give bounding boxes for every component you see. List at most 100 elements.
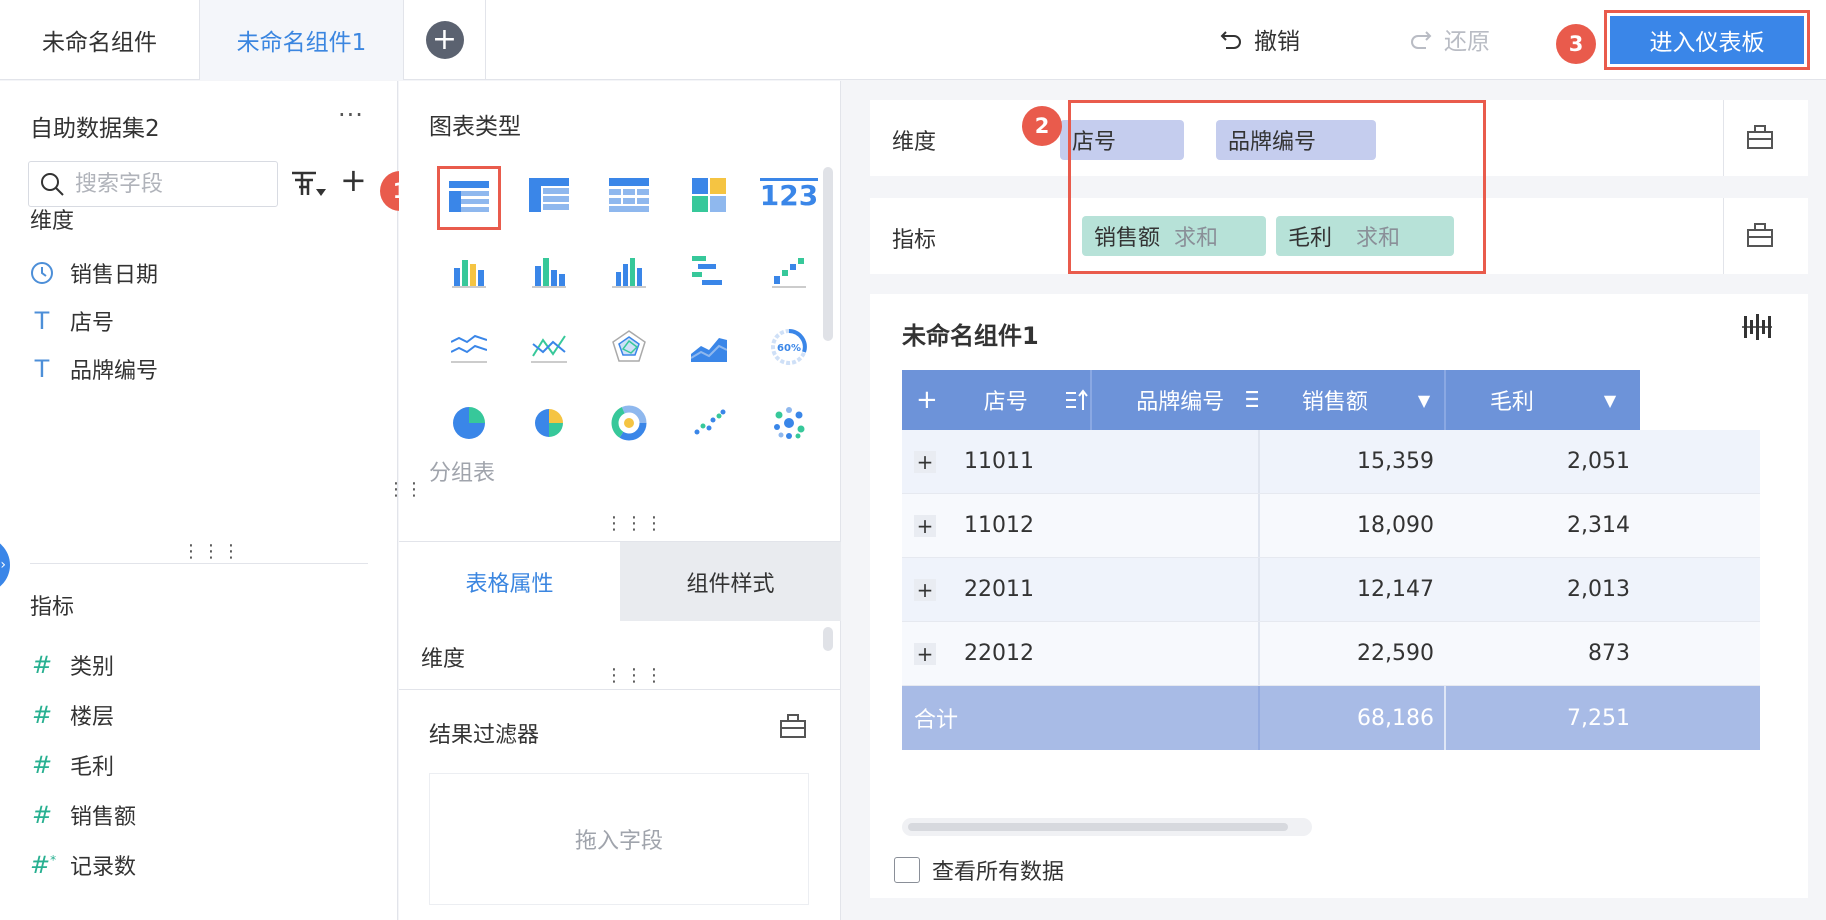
search-field[interactable] (28, 161, 278, 207)
chart-type-scrollbar[interactable] (823, 167, 833, 341)
enter-dashboard-button[interactable]: 进入仪表板 (1610, 16, 1804, 64)
search-input[interactable] (75, 171, 255, 197)
chart-type-option[interactable] (589, 157, 669, 233)
filter-settings-icon[interactable] (779, 713, 807, 739)
field-label: 销售日期 (70, 263, 159, 288)
shelf-settings-icon[interactable] (1746, 124, 1774, 150)
view-all-checkbox[interactable] (894, 857, 920, 883)
column-header: 店号 (983, 390, 1028, 415)
pie-chart-icon (453, 407, 485, 439)
field-item[interactable]: # 毛利 (30, 749, 114, 781)
table-header-cell[interactable]: + 店号 (902, 370, 1120, 430)
scatter-chart-icon (694, 409, 726, 435)
column-dropdown-icon[interactable]: ▼ (1418, 391, 1430, 410)
chart-type-option[interactable]: 60% (749, 309, 829, 385)
chart-switch-icon[interactable] (1742, 312, 1772, 342)
resize-handle-icon[interactable]: ⋮⋮ (387, 481, 423, 499)
expand-row-icon[interactable]: + (914, 643, 936, 665)
resize-handle-icon[interactable]: ⋮⋮⋮ (605, 513, 665, 534)
property-scrollbar[interactable] (823, 627, 833, 651)
redo-button[interactable]: 还原 (1408, 22, 1490, 56)
table-header-cell[interactable]: 品牌编号 ☰ (1092, 370, 1264, 430)
tab-table-properties[interactable]: 表格属性 (399, 542, 620, 621)
divider (399, 689, 841, 690)
chart-type-option[interactable] (509, 157, 589, 233)
chart-type-option[interactable] (749, 385, 829, 461)
chart-type-option[interactable] (749, 233, 829, 309)
metric-section-title: 指标 (30, 595, 75, 620)
field-label: 类别 (70, 655, 115, 680)
more-menu-icon[interactable]: ··· (338, 101, 364, 129)
expand-row-icon[interactable]: + (914, 579, 936, 601)
tab-unnamed-widget-1[interactable]: 未命名组件1 (200, 0, 404, 80)
chart-type-title: 图表类型 (429, 114, 521, 140)
metric-shelf-label: 指标 (892, 228, 937, 253)
cross-table-icon (529, 178, 569, 212)
chart-type-option[interactable] (429, 309, 509, 385)
table-row: + 22011 12,147 2,013 (902, 558, 1760, 622)
view-all-label: 查看所有数据 (932, 860, 1065, 885)
field-item[interactable]: # 楼层 (30, 699, 114, 731)
chart-type-option[interactable] (589, 233, 669, 309)
horizontal-bar-icon (692, 256, 722, 285)
number-type-icon: # (31, 701, 53, 729)
chart-type-option[interactable] (669, 233, 749, 309)
chart-type-option[interactable] (669, 309, 749, 385)
tab-label: 未命名组件1 (236, 30, 367, 56)
dimension-section-title: 维度 (30, 209, 75, 234)
field-item[interactable]: T 店号 (30, 305, 114, 337)
field-item[interactable]: # 类别 (30, 649, 114, 681)
add-field-button[interactable]: + (340, 161, 367, 199)
field-item[interactable]: T 品牌编号 (30, 353, 158, 385)
shelf-highlight (1068, 100, 1486, 274)
chart-type-option[interactable]: 123 (749, 157, 829, 233)
chart-type-option[interactable] (429, 233, 509, 309)
scrollbar-thumb[interactable] (908, 823, 1288, 831)
chart-type-option[interactable] (429, 157, 509, 233)
field-panel: › 自助数据集2 ··· + 维度 销售日期 T 店号 T 品牌编号 ⋮⋮⋮ 指… (0, 81, 398, 920)
chart-type-option[interactable] (509, 385, 589, 461)
calculated-number-icon: #* (30, 851, 57, 879)
result-filter-dropzone[interactable]: 拖入字段 (429, 773, 809, 905)
sales-cell: 22,590 (1357, 641, 1434, 666)
chart-type-option[interactable] (509, 233, 589, 309)
column-dropdown-icon[interactable]: ▼ (1604, 391, 1616, 410)
add-tab-button[interactable]: + (404, 0, 486, 80)
chart-type-option[interactable] (669, 157, 749, 233)
resize-handle-icon[interactable]: ⋮⋮⋮ (182, 541, 242, 562)
horizontal-scrollbar[interactable] (902, 818, 1312, 836)
tab-unnamed-widget[interactable]: 未命名组件 (0, 0, 200, 80)
total-sales-cell: 68,186 (1357, 705, 1434, 731)
shelf-settings-icon[interactable] (1746, 222, 1774, 248)
expand-row-icon[interactable]: + (914, 451, 936, 473)
filter-sort-icon[interactable] (290, 169, 328, 201)
field-item[interactable]: 销售日期 (30, 257, 158, 289)
undo-button[interactable]: 撤销 (1218, 22, 1300, 56)
chart-type-option[interactable] (509, 309, 589, 385)
chart-type-option[interactable] (589, 309, 669, 385)
profit-cell: 2,314 (1567, 513, 1630, 538)
expand-row-icon[interactable]: + (914, 515, 936, 537)
divider (1723, 100, 1724, 176)
kpi-icon: 123 (759, 178, 819, 213)
table-header-cell[interactable]: 毛利 ▼ (1446, 370, 1640, 430)
expand-all-icon[interactable]: + (916, 385, 938, 415)
sort-ascending-icon[interactable] (1064, 388, 1090, 412)
field-item[interactable]: #* 记录数 (30, 849, 136, 881)
result-filter-title: 结果过滤器 (429, 723, 540, 748)
view-all-data-option[interactable]: 查看所有数据 (894, 854, 1064, 886)
resize-handle-icon[interactable]: ⋮⋮⋮ (605, 665, 665, 686)
chart-type-option[interactable] (589, 385, 669, 461)
chart-type-option[interactable] (429, 385, 509, 461)
bubble-chart-icon (774, 407, 805, 439)
table-header-cell[interactable]: 销售额 ▼ (1258, 370, 1444, 430)
selected-chart-name: 分组表 (429, 461, 496, 486)
tab-component-style[interactable]: 组件样式 (620, 542, 841, 621)
chart-type-option[interactable] (669, 385, 749, 461)
field-item[interactable]: # 销售额 (30, 799, 136, 831)
number-type-icon: # (31, 651, 53, 679)
total-profit-cell: 7,251 (1567, 705, 1630, 731)
collapse-toggle[interactable]: › (0, 537, 10, 593)
undo-label: 撤销 (1254, 29, 1300, 55)
table-row: + 11011 15,359 2,051 (902, 430, 1760, 494)
